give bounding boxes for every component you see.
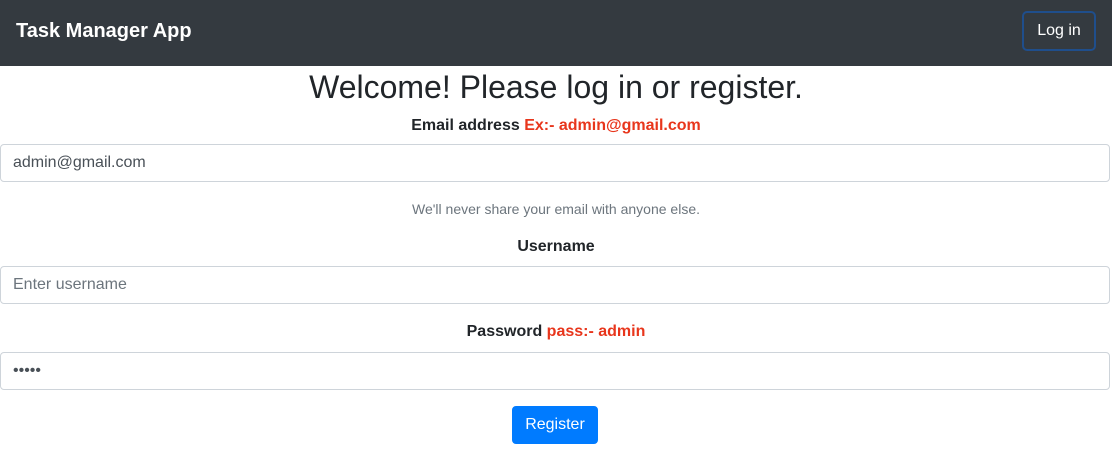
- username-label-row: Username: [0, 237, 1112, 257]
- password-label: Password: [466, 323, 543, 340]
- email-help-text: We'll never share your email with anyone…: [412, 201, 700, 217]
- password-hint: pass:- admin: [546, 323, 646, 340]
- register-button[interactable]: Register: [512, 406, 598, 444]
- email-hint: Ex:- admin@gmail.com: [524, 117, 701, 134]
- email-field[interactable]: [0, 144, 1110, 182]
- username-field[interactable]: [0, 266, 1110, 304]
- email-label-row: Email address Ex:- admin@gmail.com: [0, 116, 1112, 136]
- password-field[interactable]: [0, 352, 1110, 390]
- password-label-row: Password pass:- admin: [0, 322, 1112, 342]
- page-title: Welcome! Please log in or register.: [309, 69, 803, 105]
- brand-title[interactable]: Task Manager App: [16, 19, 192, 43]
- login-button[interactable]: Log in: [1022, 11, 1096, 51]
- email-label: Email address: [411, 117, 520, 134]
- top-navbar: Task Manager App Log in: [0, 0, 1112, 66]
- username-label: Username: [517, 238, 595, 255]
